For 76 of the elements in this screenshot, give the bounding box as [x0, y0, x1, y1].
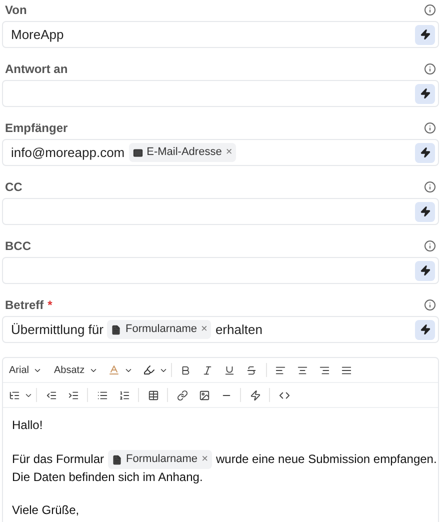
- field-label: Empfänger: [5, 120, 68, 136]
- field-text: erhalten: [215, 320, 262, 339]
- field-label: CC: [5, 178, 22, 196]
- lightning-icon: [420, 206, 430, 217]
- info-icon[interactable]: [424, 62, 436, 74]
- highlighter-icon: [142, 364, 155, 376]
- field-text: MoreApp: [11, 26, 64, 44]
- align-right-icon: [319, 364, 330, 376]
- variable-chip[interactable]: Formularname ×: [108, 450, 212, 469]
- list-style-dropdown[interactable]: [9, 390, 33, 400]
- outdent-icon: [46, 390, 56, 400]
- indent-icon: [68, 390, 78, 400]
- insert-variable-button[interactable]: [415, 24, 435, 44]
- insert-variable-icon: [250, 390, 260, 400]
- input-field[interactable]: MoreApp: [2, 21, 439, 48]
- text-color-icon: [108, 364, 120, 376]
- field-label: Von: [5, 2, 27, 18]
- input-field[interactable]: Übermittlung für Formularname × erhalten: [2, 316, 439, 343]
- numbered-list-icon: [118, 390, 130, 400]
- variable-chip[interactable]: E-Mail-Adresse ×: [128, 143, 236, 162]
- underline-icon: [224, 364, 236, 376]
- required-mark: *: [48, 296, 52, 314]
- source-code-icon: [278, 390, 290, 400]
- font-dropdown[interactable]: Arial: [9, 362, 42, 378]
- info-icon[interactable]: [424, 4, 436, 16]
- background-color-dropdown[interactable]: [142, 364, 168, 376]
- field-text: Hallo!: [12, 417, 43, 434]
- lightning-icon: [420, 88, 430, 99]
- image-icon: [198, 390, 210, 400]
- remove-icon[interactable]: ×: [202, 451, 208, 468]
- strikethrough-icon: [246, 364, 258, 376]
- field-label: Antwort an: [5, 60, 68, 78]
- info-icon[interactable]: [424, 240, 436, 252]
- insert-variable-button[interactable]: [415, 320, 435, 340]
- input-field[interactable]: info@moreapp.com E-Mail-Adresse ×: [2, 139, 439, 166]
- bold-icon: [180, 364, 192, 376]
- insert-variable-button[interactable]: [415, 260, 435, 280]
- input-field[interactable]: [2, 80, 439, 107]
- chip-label: Formularname: [126, 452, 198, 467]
- justify-icon: [341, 364, 352, 376]
- mail-icon: [132, 148, 143, 158]
- lightning-icon: [420, 147, 430, 158]
- field-text: Viele Grüße,: [12, 502, 80, 519]
- chip-label: E-Mail-Adresse: [146, 145, 222, 160]
- info-icon[interactable]: [424, 180, 436, 192]
- list-icon: [9, 390, 20, 400]
- insert-variable-button[interactable]: [415, 142, 435, 162]
- info-icon[interactable]: [424, 122, 436, 134]
- document-icon: [112, 454, 122, 464]
- remove-icon[interactable]: ×: [201, 321, 208, 338]
- document-icon: [111, 324, 122, 334]
- link-icon: [176, 390, 188, 400]
- variable-chip[interactable]: Formularname ×: [107, 320, 212, 339]
- field-text: Für das Formular: [12, 451, 104, 468]
- insert-variable-button[interactable]: [415, 84, 435, 104]
- field-text: info@moreapp.com: [11, 144, 125, 162]
- field-text: Die Daten befinden sich im Anhang.: [12, 469, 203, 486]
- info-icon[interactable]: [424, 298, 436, 310]
- lightning-icon: [420, 29, 430, 40]
- italic-icon: [202, 364, 214, 376]
- align-left-icon: [275, 364, 286, 376]
- chip-label: Formularname: [125, 322, 198, 338]
- input-field[interactable]: [2, 257, 439, 284]
- text-color-dropdown[interactable]: [108, 364, 133, 376]
- field-label: Betreff: [5, 296, 44, 314]
- input-field[interactable]: [2, 198, 439, 225]
- format-dropdown[interactable]: Absatz: [54, 362, 98, 378]
- align-center-icon: [297, 364, 308, 376]
- field-label: BCC: [5, 238, 31, 254]
- field-text: wurde eine neue Submission empfangen.: [216, 451, 437, 468]
- field-text: Übermittlung für: [11, 320, 104, 339]
- insert-variable-button[interactable]: [415, 202, 435, 222]
- table-icon: [148, 390, 158, 400]
- lightning-icon: [420, 265, 430, 276]
- remove-icon[interactable]: ×: [226, 144, 232, 161]
- lightning-icon: [420, 324, 430, 335]
